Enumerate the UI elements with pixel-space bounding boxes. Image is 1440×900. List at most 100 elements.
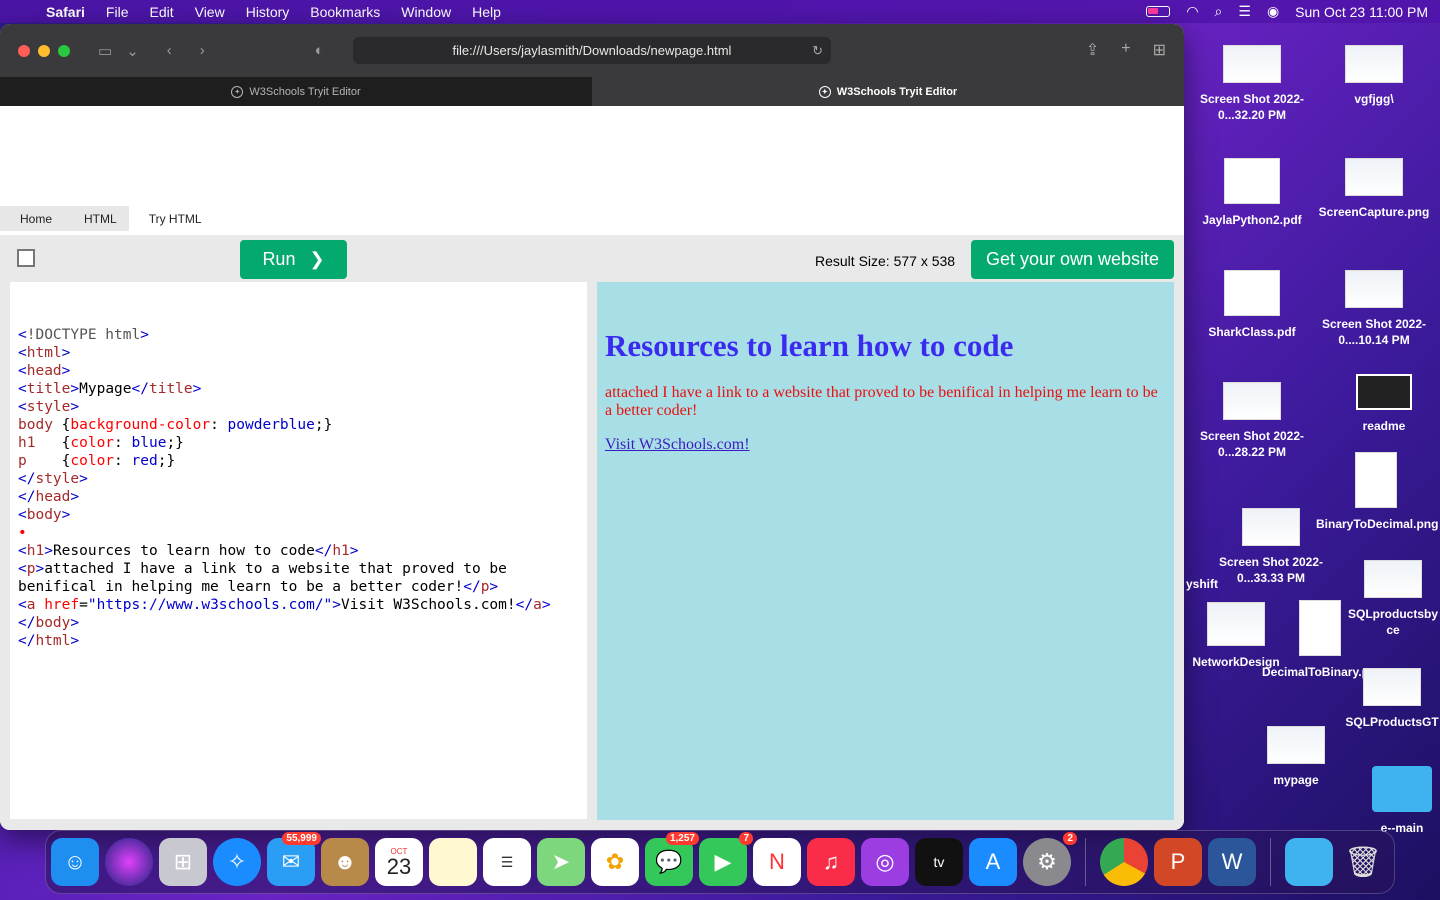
menu-window[interactable]: Window [401, 4, 451, 20]
menubar-clock[interactable]: Sun Oct 23 11:00 PM [1295, 4, 1428, 20]
chrome-icon[interactable] [1100, 838, 1148, 886]
result-paragraph: attached I have a link to a website that… [605, 384, 1158, 419]
run-label: Run [262, 249, 296, 269]
dock-divider [1085, 838, 1086, 886]
tab-2[interactable]: ✦ W3Schools Tryit Editor [592, 77, 1184, 106]
desktop-icon-binarytodecimal[interactable]: BinaryToDecimal.png [1316, 452, 1438, 532]
siri-icon[interactable]: ◉ [1267, 3, 1279, 20]
desktop-icon-label: yshift [1186, 577, 1219, 591]
desktop-icon-label: SQLProductsGT [1345, 715, 1439, 729]
menu-bookmarks[interactable]: Bookmarks [310, 4, 380, 20]
siri-icon[interactable] [105, 838, 153, 886]
desktop-icon-label: Screen Shot 2022-0...28.22 PM [1199, 429, 1305, 459]
reminders-icon[interactable]: ☰ [483, 838, 531, 886]
mail-icon[interactable]: ✉ 55,999 [267, 832, 321, 886]
title-bar: ▭ ⌄ ‹ › ◐ file:///Users/jaylasmith/Downl… [0, 24, 1184, 77]
desktop-icon-vgfjgg[interactable]: vgfjgg\ [1314, 45, 1434, 107]
desktop-icon-screenshot-1[interactable]: Screen Shot 2022-0...32.20 PM [1192, 45, 1312, 123]
png-icon [1355, 452, 1397, 508]
facetime-icon[interactable]: ▶ 7 [699, 832, 753, 886]
apple-tv-icon[interactable]: tv [915, 838, 963, 886]
contacts-icon[interactable]: ☻ [321, 838, 369, 886]
desktop-icon-label: Screen Shot 2022-0...33.33 PM [1218, 555, 1324, 585]
music-icon[interactable]: ♫ [807, 838, 855, 886]
compass-icon: ✦ [818, 85, 831, 98]
calendar-day: 23 [386, 853, 412, 879]
menu-view[interactable]: View [195, 4, 225, 20]
desktop-icon-sharkclass[interactable]: SharkClass.pdf [1192, 270, 1312, 340]
facetime-badge: 7 [739, 832, 753, 845]
desktop-icon-screenshot-4[interactable]: Screen Shot 2022-0...33.33 PM [1211, 508, 1331, 586]
messages-badge: 1,257 [665, 832, 699, 845]
traffic-lights [18, 44, 70, 57]
breadcrumb: Home HTML Try HTML [0, 206, 214, 231]
control-center-icon[interactable]: ☰ [1238, 3, 1251, 20]
screenshot-thumbnail-icon [1267, 726, 1325, 764]
desktop-icon-yshift[interactable]: yshift [1186, 576, 1222, 592]
tab-overview-icon[interactable]: ⊞ [1153, 40, 1166, 60]
maps-icon[interactable]: ➤ [537, 838, 585, 886]
share-icon[interactable]: ⇪ [1086, 40, 1099, 60]
forward-icon[interactable]: › [200, 42, 205, 59]
desktop-icon-label: vgfjgg\ [1354, 92, 1394, 106]
breadcrumb-html[interactable]: HTML [64, 206, 129, 231]
calendar-icon[interactable]: OCT 23 [375, 838, 423, 886]
desktop-icon-screencapture[interactable]: ScreenCapture.png [1314, 158, 1434, 220]
photos-icon[interactable]: ✿ [591, 838, 639, 886]
system-preferences-icon[interactable]: ⚙ 2 [1023, 832, 1077, 886]
app-store-icon[interactable]: A [969, 838, 1017, 886]
news-icon[interactable]: N [753, 838, 801, 886]
word-icon[interactable]: W [1208, 838, 1256, 886]
menu-edit[interactable]: Edit [149, 4, 173, 20]
safari-icon[interactable]: ✧ [213, 838, 261, 886]
run-button[interactable]: Run ❯ [240, 240, 347, 279]
sidebar-icon[interactable]: ▭ [98, 42, 112, 60]
reload-icon[interactable]: ↻ [812, 43, 823, 59]
settings-badge: 2 [1063, 832, 1077, 845]
desktop-icon-e-main[interactable]: e--main [1364, 766, 1440, 836]
desktop-icon-readme[interactable]: readme [1324, 374, 1440, 434]
menu-safari[interactable]: Safari [46, 4, 85, 20]
menu-file[interactable]: File [106, 4, 129, 20]
orientation-toggle[interactable] [17, 249, 35, 267]
address-bar[interactable]: file:///Users/jaylasmith/Downloads/newpa… [353, 37, 831, 64]
notes-icon[interactable] [429, 838, 477, 886]
desktop-icon-sqlproductsgt[interactable]: SQLProductsGT [1344, 668, 1440, 730]
podcasts-icon[interactable]: ◎ [861, 838, 909, 886]
menu-help[interactable]: Help [472, 4, 501, 20]
powerpoint-icon[interactable]: P [1154, 838, 1202, 886]
screenshot-thumbnail-icon [1345, 45, 1403, 83]
code-editor[interactable]: <!DOCTYPE html> <html> <head> <title>Myp… [10, 282, 587, 819]
desktop-icon-screenshot-2[interactable]: Screen Shot 2022-0....10.14 PM [1314, 270, 1434, 348]
get-website-button[interactable]: Get your own website [971, 240, 1174, 279]
desktop-icon-jaylapython2[interactable]: JaylaPython2.pdf [1192, 158, 1312, 228]
tryit-editor: Run ❯ Result Size: 577 x 538 Get your ow… [0, 235, 1184, 830]
desktop-icon-label: Screen Shot 2022-0....10.14 PM [1321, 317, 1427, 347]
back-icon[interactable]: ‹ [167, 42, 172, 59]
downloads-folder-icon[interactable] [1285, 838, 1333, 886]
desktop-icon-mypage[interactable]: mypage [1236, 726, 1356, 788]
screenshot-thumbnail-icon [1345, 158, 1403, 196]
folder-icon [1372, 766, 1432, 812]
menu-bar: Safari File Edit View History Bookmarks … [0, 0, 1440, 23]
desktop-icon-screenshot-3[interactable]: Screen Shot 2022-0...28.22 PM [1192, 382, 1312, 460]
zoom-window-button[interactable] [58, 44, 70, 57]
page-content: Home HTML Try HTML Run ❯ Result Size: 57… [0, 106, 1184, 830]
menu-history[interactable]: History [246, 4, 290, 20]
close-window-button[interactable] [18, 44, 30, 57]
finder-icon[interactable]: ☺ [51, 838, 99, 886]
chevron-down-icon[interactable]: ⌄ [126, 42, 139, 60]
tab-1[interactable]: ✦ W3Schools Tryit Editor [0, 77, 592, 106]
breadcrumb-home[interactable]: Home [0, 206, 65, 231]
launchpad-icon[interactable]: ⊞ [159, 838, 207, 886]
wifi-icon[interactable]: ◠ [1186, 3, 1198, 20]
spotlight-search-icon[interactable]: ⌕ [1215, 3, 1223, 20]
privacy-shield-icon[interactable]: ◐ [315, 42, 324, 59]
result-link[interactable]: Visit W3Schools.com! [605, 436, 1166, 454]
battery-icon[interactable] [1146, 6, 1171, 17]
minimize-window-button[interactable] [38, 44, 50, 57]
new-tab-icon[interactable]: + [1121, 40, 1130, 60]
trash-icon[interactable]: 🗑 [1339, 838, 1387, 886]
messages-icon[interactable]: 💬 1,257 [645, 832, 699, 886]
tab-bar: ✦ W3Schools Tryit Editor ✦ W3Schools Try… [0, 77, 1184, 106]
